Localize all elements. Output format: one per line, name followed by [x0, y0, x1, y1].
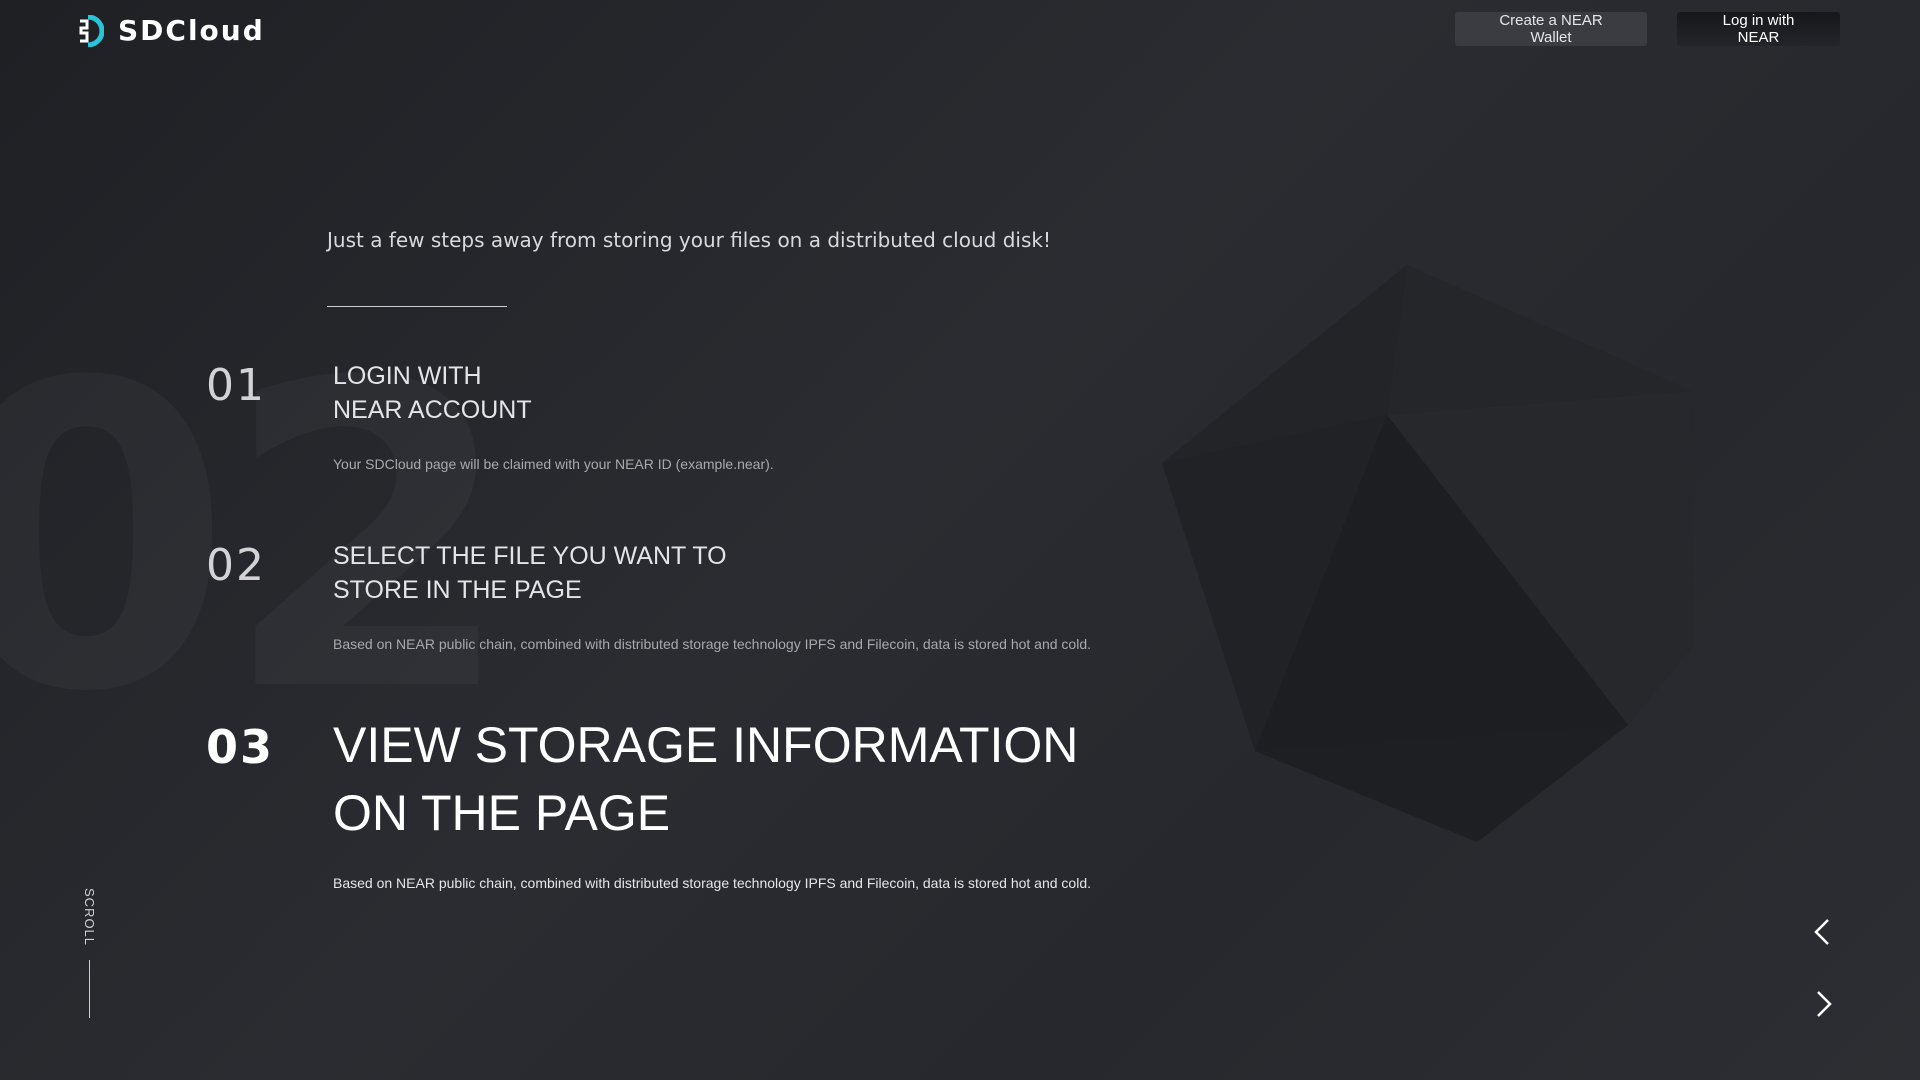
step-2-number: 02 [206, 540, 266, 591]
step-1-description: Your SDCloud page will be claimed with y… [333, 456, 774, 472]
step-1-title-line-2: NEAR ACCOUNT [333, 395, 532, 424]
chevron-left-icon [1814, 919, 1829, 945]
step-3-description: Based on NEAR public chain, combined wit… [333, 875, 1091, 891]
step-1-number: 01 [206, 360, 266, 411]
login-near-button[interactable]: Log in with NEAR [1677, 12, 1840, 46]
step-1-title[interactable]: LOGIN WITH NEAR ACCOUNT [333, 360, 532, 428]
step-3-title[interactable]: VIEW STORAGE INFORMATION ON THE PAGE [333, 712, 1078, 847]
scroll-line [89, 960, 90, 1018]
polyhedron-decoration [1162, 265, 1693, 842]
step-2-title-line-2: STORE IN THE PAGE [333, 575, 582, 604]
sdcloud-logo-icon [78, 14, 104, 47]
step-1-title-line-1: LOGIN WITH [333, 362, 482, 390]
step-3-title-line-1: VIEW STORAGE INFORMATION [333, 717, 1079, 773]
step-2-title-line-1: SELECT THE FILE YOU WANT TO [333, 542, 727, 570]
prev-slide-button[interactable] [1806, 915, 1840, 949]
create-wallet-button[interactable]: Create a NEAR Wallet [1455, 12, 1647, 46]
step-3-title-line-2: ON THE PAGE [333, 784, 671, 841]
intro-text: Just a few steps away from storing your … [327, 228, 1051, 252]
step-2-description: Based on NEAR public chain, combined wit… [333, 636, 1091, 652]
landing-page: 02 SDCloud Create a NEAR Wallet Log in w… [0, 0, 1920, 1080]
brand-logo[interactable]: SDCloud [78, 14, 265, 47]
scroll-label: SCROLL [82, 888, 97, 947]
intro-divider [327, 306, 507, 307]
next-slide-button[interactable] [1806, 987, 1840, 1021]
brand-name: SDCloud [118, 14, 265, 47]
step-2-title[interactable]: SELECT THE FILE YOU WANT TO STORE IN THE… [333, 540, 727, 608]
chevron-right-icon [1817, 991, 1832, 1017]
step-3-number: 03 [206, 720, 275, 774]
